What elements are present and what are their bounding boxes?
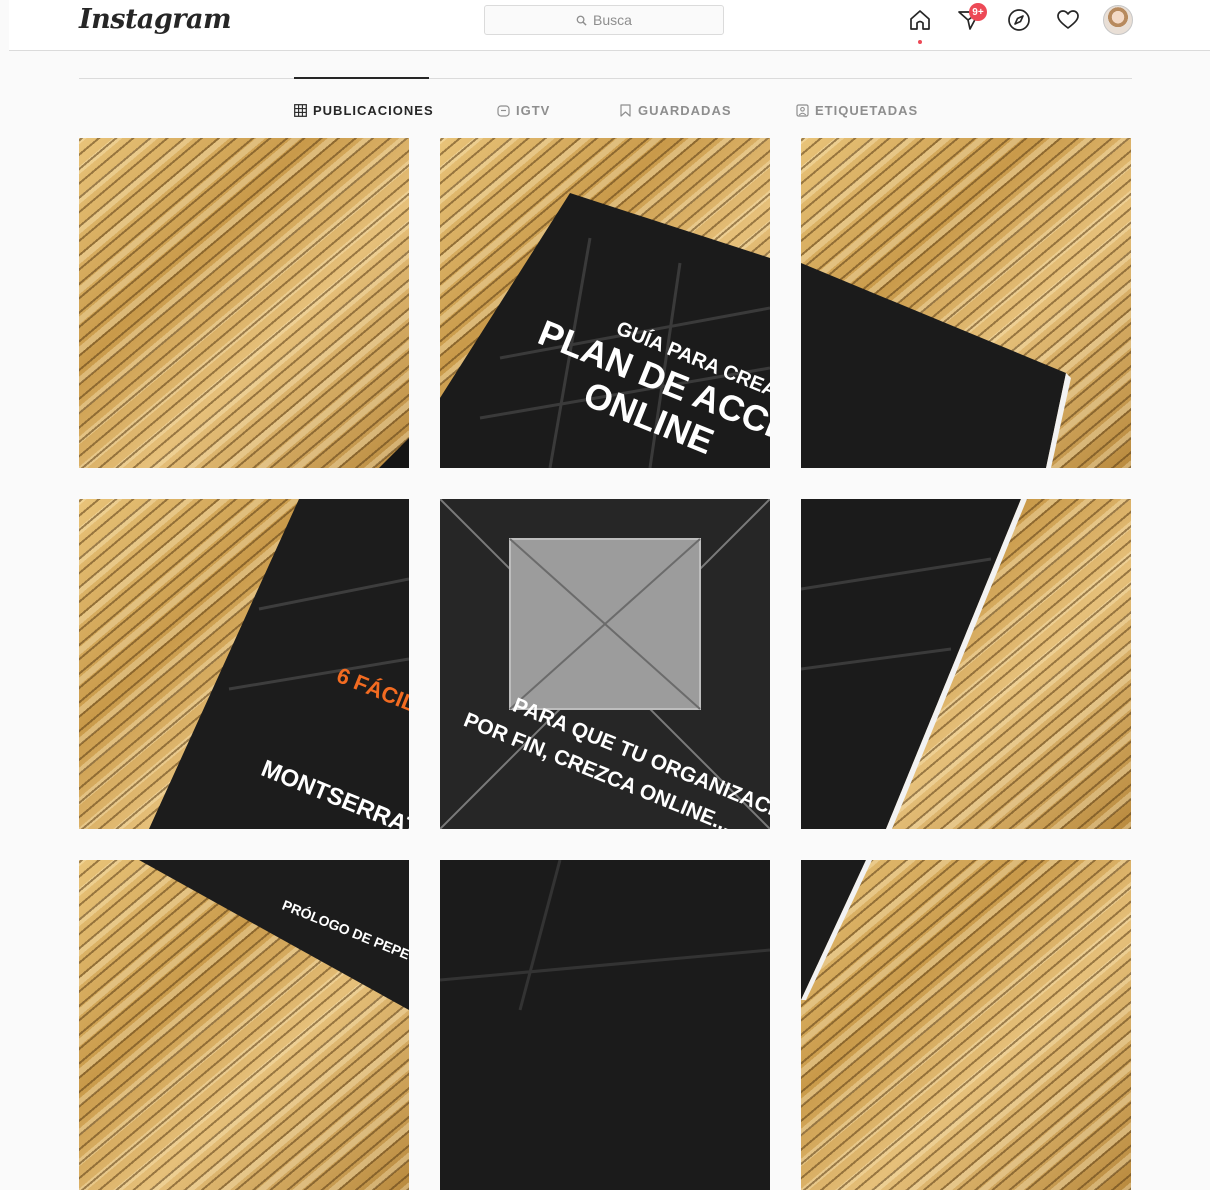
tab-divider — [79, 78, 1132, 79]
book-cover-part — [801, 263, 1071, 468]
post-tile[interactable]: PARA QUE TU ORGANIZACIÓN, POR FIN, CREZC… — [440, 499, 770, 829]
active-tab-indicator — [294, 77, 429, 79]
book-cover-part: 6 FÁCILES PASOS MONTSERRAT PEÑARROYA — [149, 499, 409, 829]
post-tile[interactable] — [801, 860, 1131, 1190]
tab-guardadas[interactable]: GUARDADAS — [619, 101, 732, 119]
book-cover-part — [440, 860, 770, 1011]
tab-igtv[interactable]: IGTV — [497, 101, 550, 119]
tab-label: GUARDADAS — [638, 102, 732, 118]
book-edge — [379, 438, 409, 468]
explore-button[interactable] — [1005, 6, 1033, 34]
post-tile[interactable] — [801, 138, 1131, 468]
post-tile[interactable]: 6 FÁCILES PASOS MONTSERRAT PEÑARROYA — [79, 499, 409, 829]
activity-button[interactable] — [1054, 6, 1082, 34]
post-tile[interactable] — [801, 499, 1131, 829]
nav-icons: 9+ — [9, 3, 1210, 44]
igtv-icon — [497, 104, 510, 117]
book-cover-part — [801, 860, 872, 1000]
tab-label: IGTV — [516, 102, 551, 118]
profile-avatar[interactable] — [1103, 5, 1133, 35]
book-cover-part: PRÓLOGO DE PEPE ZAPATA — [139, 860, 409, 1010]
book-cover-part: PARA QUE TU ORGANIZACIÓN, POR FIN, CREZC… — [440, 499, 770, 829]
post-tile[interactable]: GUÍA PARA CREAR TU PLAN DE ACCIÓN ONLINE — [440, 138, 770, 468]
tag-icon — [796, 103, 809, 117]
explore-icon — [1008, 9, 1030, 31]
book-cover-part: GUÍA PARA CREAR TU PLAN DE ACCIÓN ONLINE — [440, 193, 770, 468]
tab-publicaciones[interactable]: PUBLICACIONES — [294, 101, 434, 119]
top-navigation-bar: Instagram Busca 9+ — [9, 0, 1210, 51]
tab-label: PUBLICACIONES — [313, 102, 434, 118]
grid-icon — [294, 103, 307, 117]
home-button[interactable] — [906, 6, 934, 44]
tab-label: ETIQUETADAS — [815, 102, 919, 118]
heart-icon — [1057, 10, 1079, 29]
post-tile[interactable] — [79, 138, 409, 468]
tab-etiquetadas[interactable]: ETIQUETADAS — [796, 101, 918, 119]
post-tile[interactable] — [440, 860, 770, 1190]
bookmark-icon — [620, 103, 631, 117]
activity-badge: 9+ — [969, 3, 987, 21]
book-cover-part — [801, 499, 1027, 829]
home-icon — [910, 10, 930, 30]
direct-button[interactable]: 9+ — [955, 3, 987, 34]
home-active-dot — [918, 40, 922, 44]
post-tile[interactable]: PRÓLOGO DE PEPE ZAPATA — [79, 860, 409, 1190]
